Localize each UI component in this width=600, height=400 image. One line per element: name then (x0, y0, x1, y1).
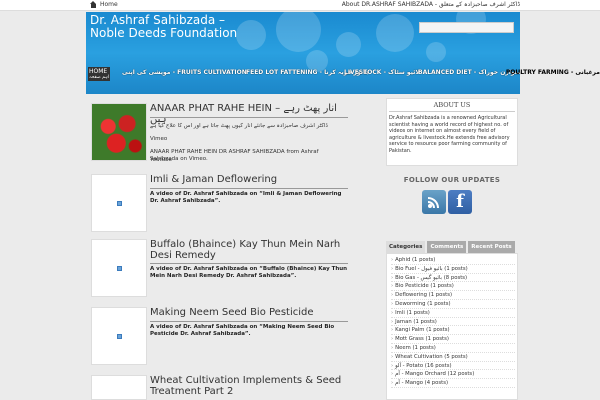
post-excerpt: A video of Dr. Ashraf Sahibzada on “Imli… (150, 191, 342, 204)
category-item[interactable]: Imli (1 posts) (391, 309, 515, 318)
post-divider (150, 117, 348, 118)
main-nav: HOME اہم صفحہ مویشی کی اپنی - FRUITS CUL… (86, 64, 600, 84)
category-list: Aphid (1 posts) Bio Fuel - بائیو فیول (1… (386, 253, 518, 400)
sidebar-tabs: Categories Comments Recent Posts (386, 241, 520, 253)
top-bar: Home About DR.ASHRAF SAHIBZADA - ڈاکٹر ا… (0, 0, 600, 11)
header-bubble (426, 42, 446, 62)
home-link[interactable]: Home (90, 1, 118, 8)
tab-recent-posts[interactable]: Recent Posts (468, 241, 515, 253)
sidebar: ABOUT US Dr.Ashraf Sahibzada is a renown… (386, 98, 520, 400)
nav-item-home[interactable]: HOME اہم صفحہ (88, 67, 110, 81)
broken-image-icon (116, 265, 122, 271)
post-excerpt: A video of Dr. Ashraf Sahibzada on “Buff… (150, 266, 348, 279)
post-title[interactable]: ANAAR PHAT RAHE HEIN – انار پھٹ رہے ہیں (150, 103, 348, 125)
post-item: Wheat Cultivation Implements & Seed Trea… (88, 375, 350, 400)
category-item[interactable]: Mott Grass (1 posts) (391, 335, 515, 344)
nav-home-sub: اہم صفحہ (89, 75, 109, 80)
post-divider (150, 188, 348, 189)
category-item[interactable]: Bio Pesticide (1 posts) (391, 282, 515, 292)
main-content: ANAAR PHAT RAHE HEIN – انار پھٹ رہے ہیں … (86, 98, 352, 400)
nav-home-label: HOME (89, 68, 108, 75)
search-input[interactable] (419, 22, 514, 33)
tab-comments[interactable]: Comments (427, 241, 467, 253)
about-us-text: Dr.Ashraf Sahibzada is a renowned Agricu… (389, 115, 510, 154)
about-us-title: ABOUT US (433, 101, 471, 109)
category-item[interactable]: آلو - Potato (16 posts) (391, 362, 515, 371)
header-bubble (336, 32, 361, 57)
rss-icon[interactable] (422, 190, 446, 214)
post-thumbnail[interactable] (91, 307, 147, 365)
rss-wave (428, 197, 439, 208)
post-excerpt: A video of Dr. Ashraf Sahibzada on “Maki… (150, 324, 335, 337)
category-item[interactable]: Deworming (1 posts) (391, 300, 515, 309)
tab-categories[interactable]: Categories (386, 241, 426, 253)
about-us-widget: ABOUT US Dr.Ashraf Sahibzada is a renown… (386, 98, 518, 166)
post-thumbnail[interactable] (91, 239, 147, 297)
category-item[interactable]: Neem (1 posts) (391, 344, 515, 353)
nav-item-fruits-cultivation[interactable]: مویشی کی اپنی - FRUITS CULTIVATION (122, 69, 247, 76)
nav-item-poultry-farming[interactable]: POULTRY FARMING - مرغبانی (506, 69, 600, 76)
category-item[interactable]: آم - Mango (4 posts) (391, 379, 515, 388)
about-link[interactable]: About DR.ASHRAF SAHIBZADA - ڈاکٹر اشرف ص… (342, 1, 520, 8)
post-divider (150, 321, 348, 322)
post-item: Making Neem Seed Bio Pesticide A video o… (88, 307, 350, 369)
category-item[interactable]: Deflowering (1 posts) (391, 291, 515, 300)
post-item: Imli & Jaman Deflowering A video of Dr. … (88, 174, 350, 236)
post-thumbnail[interactable] (91, 375, 147, 400)
category-item[interactable]: Wheat Cultivation (5 posts) (391, 353, 515, 362)
post-text-line: Youtube (150, 157, 172, 163)
broken-image-icon (116, 200, 122, 206)
nav-item-livestock[interactable]: LIVESTOCK - لائیو سٹاک (344, 69, 420, 76)
post-text-line: Vimeo (150, 136, 168, 142)
broken-image-icon (116, 333, 122, 339)
post-item: Buffalo (Bhaince) Kay Thun Mein Narh Des… (88, 239, 350, 301)
post-text-line: ڈاکٹر اشرف صاحبزادہ سے جانئے انار کیوں پ… (150, 123, 328, 129)
post-title[interactable]: Imli & Jaman Deflowering (150, 174, 348, 185)
category-item[interactable]: آم - Mango Orchard (12 posts) (391, 370, 515, 380)
header-bubble (276, 12, 321, 52)
post-item: ANAAR PHAT RAHE HEIN – انار پھٹ رہے ہیں … (88, 103, 350, 168)
follow-updates-title: FOLLOW OUR UPDATES (403, 176, 501, 184)
category-item[interactable]: Bio Fuel - بائیو فیول (1 posts) (391, 265, 515, 274)
post-divider (150, 263, 348, 264)
home-icon (90, 1, 97, 8)
post-title[interactable]: Buffalo (Bhaince) Kay Thun Mein Narh Des… (150, 239, 348, 261)
category-item[interactable]: Kangi Palm (1 posts) (391, 326, 515, 336)
post-title[interactable]: Wheat Cultivation Implements & Seed Trea… (150, 375, 348, 397)
facebook-icon[interactable]: f (448, 190, 472, 214)
category-item[interactable]: Jaman (1 posts) (391, 318, 515, 327)
header-bubble (236, 20, 266, 50)
post-thumbnail[interactable] (91, 174, 147, 232)
post-title[interactable]: Making Neem Seed Bio Pesticide (150, 307, 348, 318)
category-item[interactable]: Aphid (1 posts) (391, 256, 515, 265)
home-link-label: Home (100, 1, 118, 8)
site-title[interactable]: Dr. Ashraf Sahibzada – Noble Deeds Found… (90, 14, 240, 40)
header-bubble (376, 14, 414, 52)
post-thumbnail-pomegranates[interactable] (91, 103, 147, 161)
about-divider (389, 111, 515, 112)
category-item[interactable]: Bio Gas - بائیو گیس (8 posts) (391, 274, 515, 283)
